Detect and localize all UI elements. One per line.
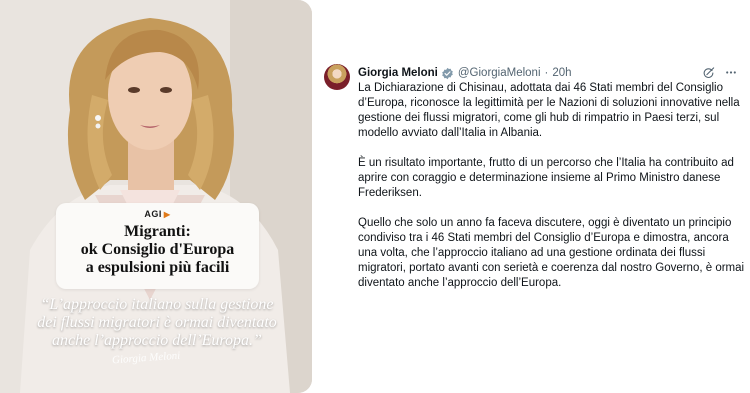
headline-line: Migranti: [124,223,191,240]
tweet-paragraph: Quello che solo un anno fa faceva discut… [358,216,748,291]
news-headline-box: AGI ▶ Migranti: ok Consiglio d'Europa a e… [56,203,259,289]
author-handle[interactable]: @GiorgiaMeloni [458,67,541,79]
play-arrow-icon: ▶ [163,209,171,219]
text-line: Quello che solo un anno fa faceva discut… [358,217,732,229]
text-line: condiviso tra i 46 Stati membri del Cons… [358,232,729,244]
text-line: una volta, che l’approccio italiano ad u… [358,247,706,259]
more-options-icon[interactable] [724,66,738,79]
text-line: modello avviato dall’Italia in Albania. [358,127,543,139]
text-line: d’Europa, riconosce la legittimità per l… [358,97,740,109]
verified-badge-icon [442,67,453,79]
tweet-header: Giorgia Meloni @GiorgiaMeloni · 20h [358,65,572,81]
tweet-text: La Dichiarazione di Chisinau, adottata d… [358,81,748,306]
headline-line: ok Consiglio d'Europa [80,241,235,258]
text-line: diventato anche l’approccio dell’Europa. [358,277,562,289]
text-line: gestione dei flussi migratori, come gli … [358,112,720,124]
quote-line: anche l’approccio dell’Europa.” [52,332,262,349]
author-name[interactable]: Giorgia Meloni [358,67,438,79]
text-line: migratori, portato avanti con serietà e … [358,262,745,274]
promo-image-card[interactable]: AGI ▶ Migranti: ok Consiglio d'Europa a e… [0,0,312,393]
news-headline: Migranti: ok Consiglio d'Europa a espuls… [56,223,259,277]
quote-line: “L’approccio italiano sulla gestione [40,296,274,313]
agi-logo: AGI ▶ [144,209,170,219]
timestamp[interactable]: 20h [552,67,571,79]
avatar[interactable] [324,64,350,90]
pull-quote: “L’approccio italiano sulla gestione dei… [18,296,296,350]
tweet-paragraph: La Dichiarazione di Chisinau, adottata d… [358,81,748,141]
quote-line: dei flussi migratori è ormai diventato [37,314,277,331]
agi-logo-text: AGI [144,209,162,219]
grok-icon[interactable] [702,66,715,79]
text-line: aprire con coraggio e determinazione ins… [358,172,721,184]
tweet-paragraph: È un risultato importante, frutto di un … [358,156,748,201]
text-line: È un risultato importante, frutto di un … [358,157,734,169]
separator-dot: · [544,67,549,79]
headline-line: a espulsioni più facili [85,259,230,276]
text-line: Frederiksen. [358,187,422,199]
text-line: La Dichiarazione di Chisinau, adottata d… [358,82,724,94]
